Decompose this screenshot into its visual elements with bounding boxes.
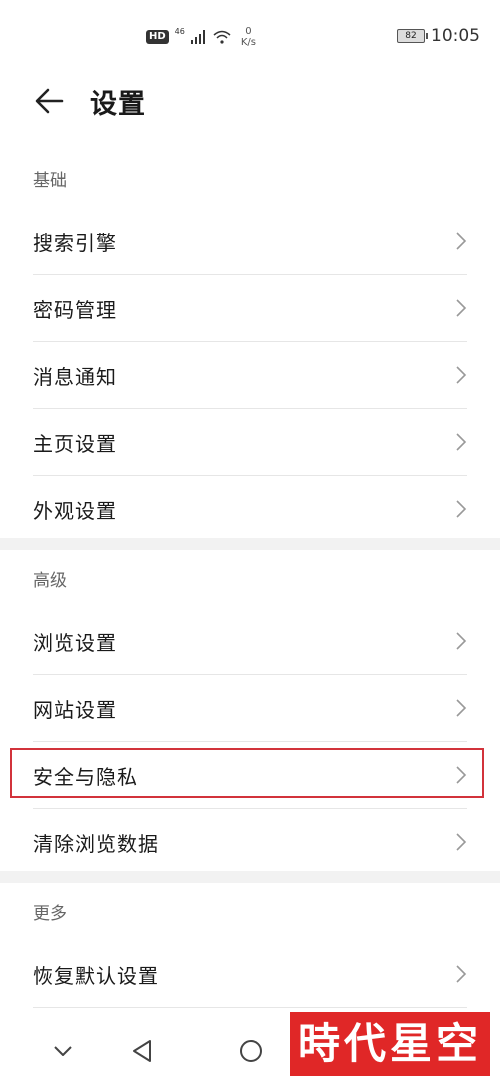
status-right: 82 10:05 [397, 26, 480, 46]
section-title: 高级 [33, 571, 67, 591]
settings-item-appearance[interactable]: 外观设置 [33, 476, 467, 542]
chevron-right-icon [456, 833, 467, 851]
settings-item-password[interactable]: 密码管理 [33, 275, 467, 342]
settings-item-sites[interactable]: 网站设置 [33, 675, 467, 742]
item-label: 搜索引擎 [33, 230, 117, 255]
section-divider [0, 538, 500, 550]
clock: 10:05 [431, 26, 480, 46]
back-arrow-icon[interactable] [32, 84, 66, 118]
item-label: 浏览设置 [33, 630, 117, 655]
section-more: 更多 恢复默认设置 [0, 887, 500, 1008]
speed-value: 0 [245, 26, 252, 37]
section-title: 更多 [33, 904, 67, 924]
item-label: 外观设置 [33, 498, 117, 523]
chevron-right-icon [456, 699, 467, 717]
signal-icon [190, 30, 205, 44]
wifi-icon [213, 30, 231, 44]
settings-item-clear-data[interactable]: 清除浏览数据 [33, 809, 467, 875]
hd-badge: HD [146, 30, 169, 44]
item-label: 主页设置 [33, 431, 117, 456]
chevron-right-icon [456, 632, 467, 650]
section-advanced: 高级 浏览设置 网站设置 安全与隐私 清除浏览数据 [0, 554, 500, 875]
settings-item-search-engine[interactable]: 搜索引擎 [33, 208, 467, 275]
status-icons: HD 46 0 K/s [146, 24, 256, 50]
chevron-right-icon [456, 965, 467, 983]
item-label: 消息通知 [33, 364, 117, 389]
header: 设置 [0, 72, 500, 128]
item-label: 清除浏览数据 [33, 831, 159, 856]
status-bar: HD 46 0 K/s 82 10:05 [0, 0, 500, 72]
watermark-logo: 時代星空 [290, 1012, 490, 1076]
network-type: 46 [174, 26, 185, 36]
nav-home-icon[interactable] [236, 1036, 266, 1066]
section-basic: 基础 搜索引擎 密码管理 消息通知 主页设置 外观设置 [0, 154, 500, 542]
nav-hide-icon[interactable] [48, 1036, 78, 1066]
settings-item-notifications[interactable]: 消息通知 [33, 342, 467, 409]
speed-unit: K/s [240, 37, 256, 48]
chevron-right-icon [456, 500, 467, 518]
page-title: 设置 [90, 89, 146, 120]
item-label: 网站设置 [33, 697, 117, 722]
section-title: 基础 [33, 171, 67, 191]
settings-item-reset-defaults[interactable]: 恢复默认设置 [33, 941, 467, 1008]
chevron-right-icon [456, 232, 467, 250]
nav-back-icon[interactable] [128, 1036, 158, 1066]
item-label: 恢复默认设置 [33, 963, 159, 988]
network-speed: 0 K/s [241, 26, 256, 48]
section-divider [0, 871, 500, 883]
settings-item-browsing[interactable]: 浏览设置 [33, 608, 467, 675]
battery-icon: 82 [397, 29, 428, 43]
highlight-box [10, 748, 484, 798]
settings-item-homepage[interactable]: 主页设置 [33, 409, 467, 476]
chevron-right-icon [456, 366, 467, 384]
chevron-right-icon [456, 433, 467, 451]
item-label: 密码管理 [33, 297, 117, 322]
chevron-right-icon [456, 299, 467, 317]
